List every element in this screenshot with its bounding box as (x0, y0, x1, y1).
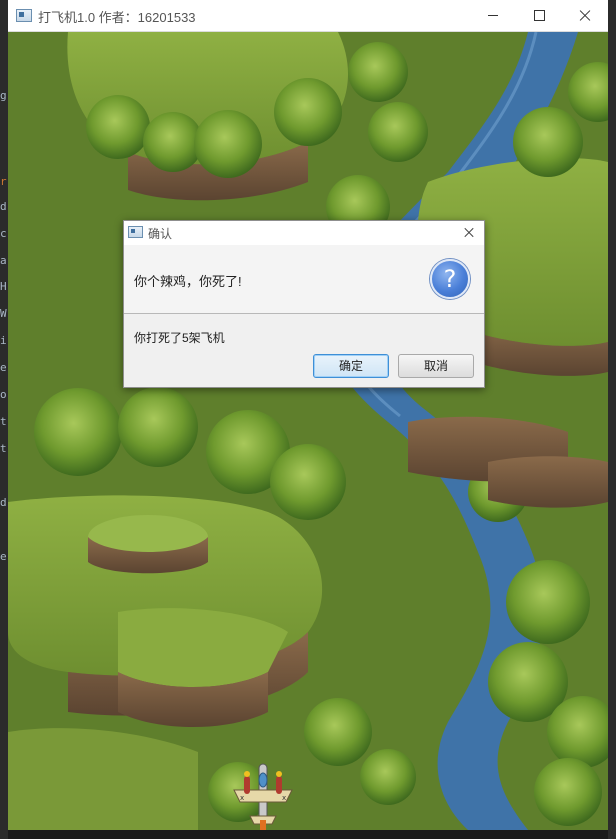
ide-glyph: o (0, 388, 7, 401)
ide-glyph: t (0, 415, 7, 428)
minimize-icon (488, 15, 498, 16)
dialog-header-text: 你个辣鸡，你死了! (134, 274, 242, 289)
cancel-button[interactable]: 取消 (398, 354, 474, 378)
maximize-icon (534, 10, 545, 21)
window-titlebar[interactable]: 打飞机1.0 作者：16201533 (8, 0, 608, 32)
ide-glyph: e (0, 550, 7, 563)
ide-edge: g r d c a H W i e o t t d e (0, 0, 8, 839)
confirm-dialog: 确认 你个辣鸡，你死了! ? 你打死了5架飞机 确定 取消 (123, 220, 485, 388)
ide-glyph: r (0, 175, 7, 188)
dialog-title: 确认 (148, 227, 173, 241)
terrain-map (8, 32, 608, 830)
ide-glyph: e (0, 361, 7, 374)
dialog-close-button[interactable] (456, 221, 482, 245)
svg-text:x: x (282, 794, 286, 802)
dialog-header: 你个辣鸡，你死了! ? (124, 245, 484, 314)
ide-glyph: W (0, 307, 7, 320)
window-title: 打飞机1.0 作者：16201533 (38, 10, 196, 25)
ide-glyph: g (0, 89, 7, 102)
game-window: 打飞机1.0 作者：16201533 x x 确认 你个辣鸡，你死了! ? 你打… (8, 0, 608, 839)
java-app-icon (128, 226, 143, 238)
game-canvas[interactable]: x x (8, 32, 608, 830)
window-bottom-border (8, 830, 608, 839)
dialog-titlebar[interactable]: 确认 (124, 221, 484, 245)
ide-glyph: a (0, 254, 7, 267)
player-plane: x x (233, 763, 293, 830)
close-button[interactable] (562, 0, 608, 31)
ok-button[interactable]: 确定 (313, 354, 389, 378)
svg-text:x: x (240, 794, 244, 802)
ide-glyph: d (0, 496, 7, 509)
question-icon: ? (430, 259, 470, 299)
ide-glyph: H (0, 280, 7, 293)
minimize-button[interactable] (470, 0, 516, 31)
ide-glyph: i (0, 334, 7, 347)
ide-glyph: t (0, 442, 7, 455)
java-app-icon (16, 9, 32, 22)
ide-glyph: d (0, 200, 7, 213)
maximize-button[interactable] (516, 0, 562, 31)
ide-glyph: c (0, 227, 7, 240)
dialog-message: 你打死了5架飞机 (134, 331, 225, 345)
